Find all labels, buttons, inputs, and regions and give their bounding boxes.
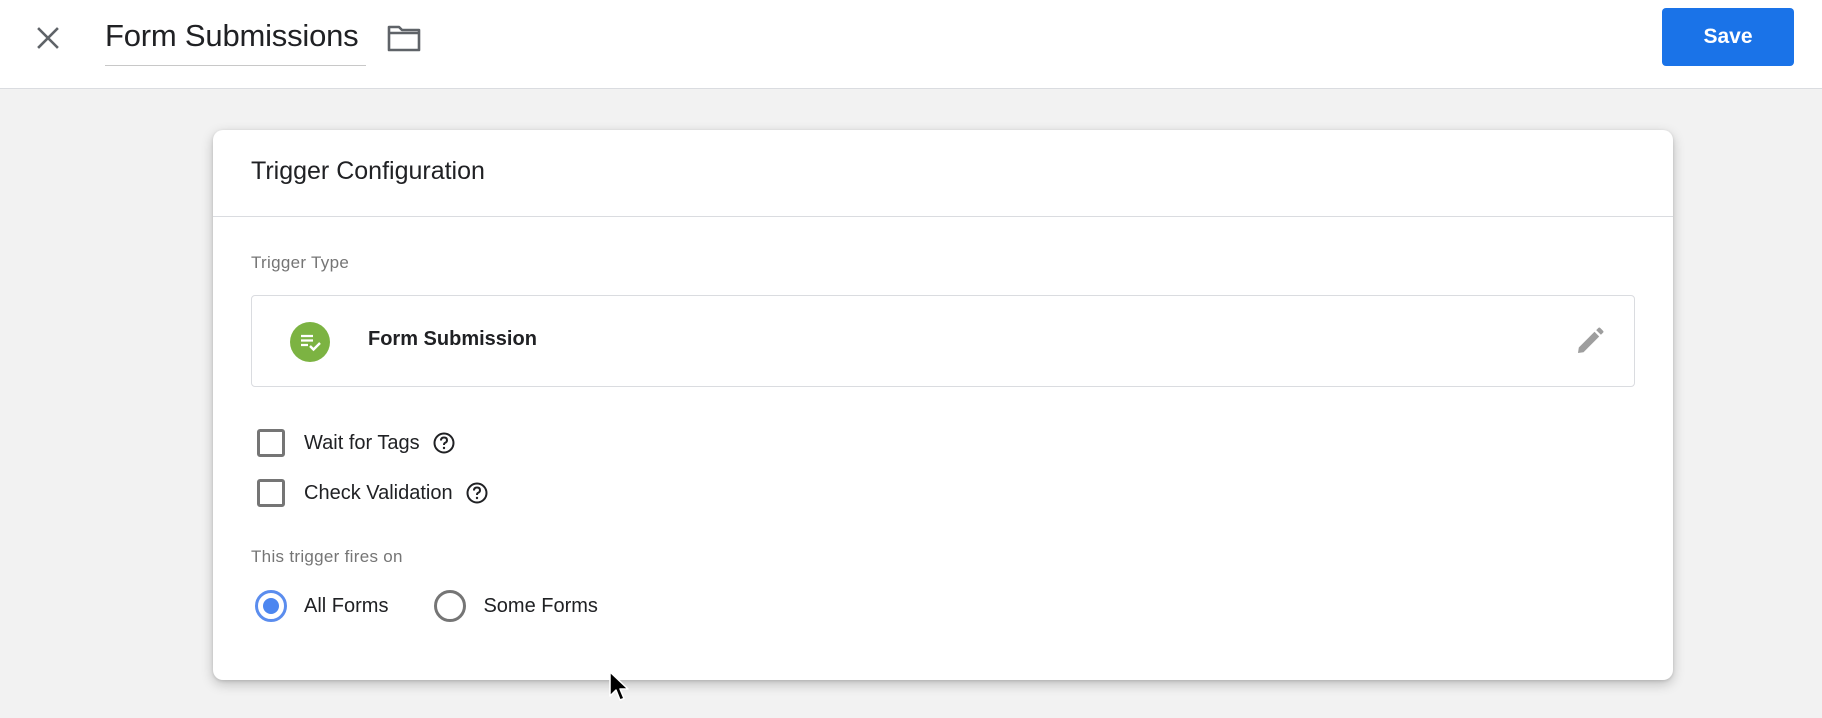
close-icon [37,27,59,49]
form-submission-icon [290,322,330,362]
card-title: Trigger Configuration [251,157,485,185]
wait-for-tags-checkbox[interactable] [257,429,285,457]
edit-trigger-type-button[interactable] [1572,323,1608,359]
some-forms-radio[interactable] [434,590,467,622]
save-button[interactable]: Save [1662,8,1794,66]
folder-button[interactable] [386,22,422,54]
help-circle-icon[interactable] [432,431,456,455]
wait-for-tags-option: Wait for Tags [257,427,456,459]
fires-on-radio-group: All Forms Some Forms [255,589,598,623]
trigger-name-field[interactable]: Form Submissions [105,12,366,66]
folder-icon [387,25,421,52]
trigger-name-text: Form Submissions [105,18,359,53]
check-validation-checkbox[interactable] [257,479,285,507]
all-forms-label[interactable]: All Forms [304,595,388,618]
check-validation-option: Check Validation [257,477,489,509]
help-circle-icon[interactable] [465,481,489,505]
some-forms-label[interactable]: Some Forms [483,595,597,618]
trigger-type-label: Trigger Type [251,253,350,272]
all-forms-radio[interactable] [255,590,287,622]
top-bar: Form Submissions Save [0,0,1822,89]
trigger-type-name: Form Submission [368,328,537,350]
wait-for-tags-label[interactable]: Wait for Tags [304,432,420,455]
trigger-configuration-card: Trigger Configuration Trigger Type Form … [213,130,1673,680]
card-header: Trigger Configuration [213,130,1673,217]
check-validation-label[interactable]: Check Validation [304,482,453,505]
close-button[interactable] [30,20,66,56]
trigger-type-selector[interactable]: Form Submission [251,295,1635,387]
pencil-icon [1578,327,1604,353]
fires-on-label: This trigger fires on [251,547,403,566]
